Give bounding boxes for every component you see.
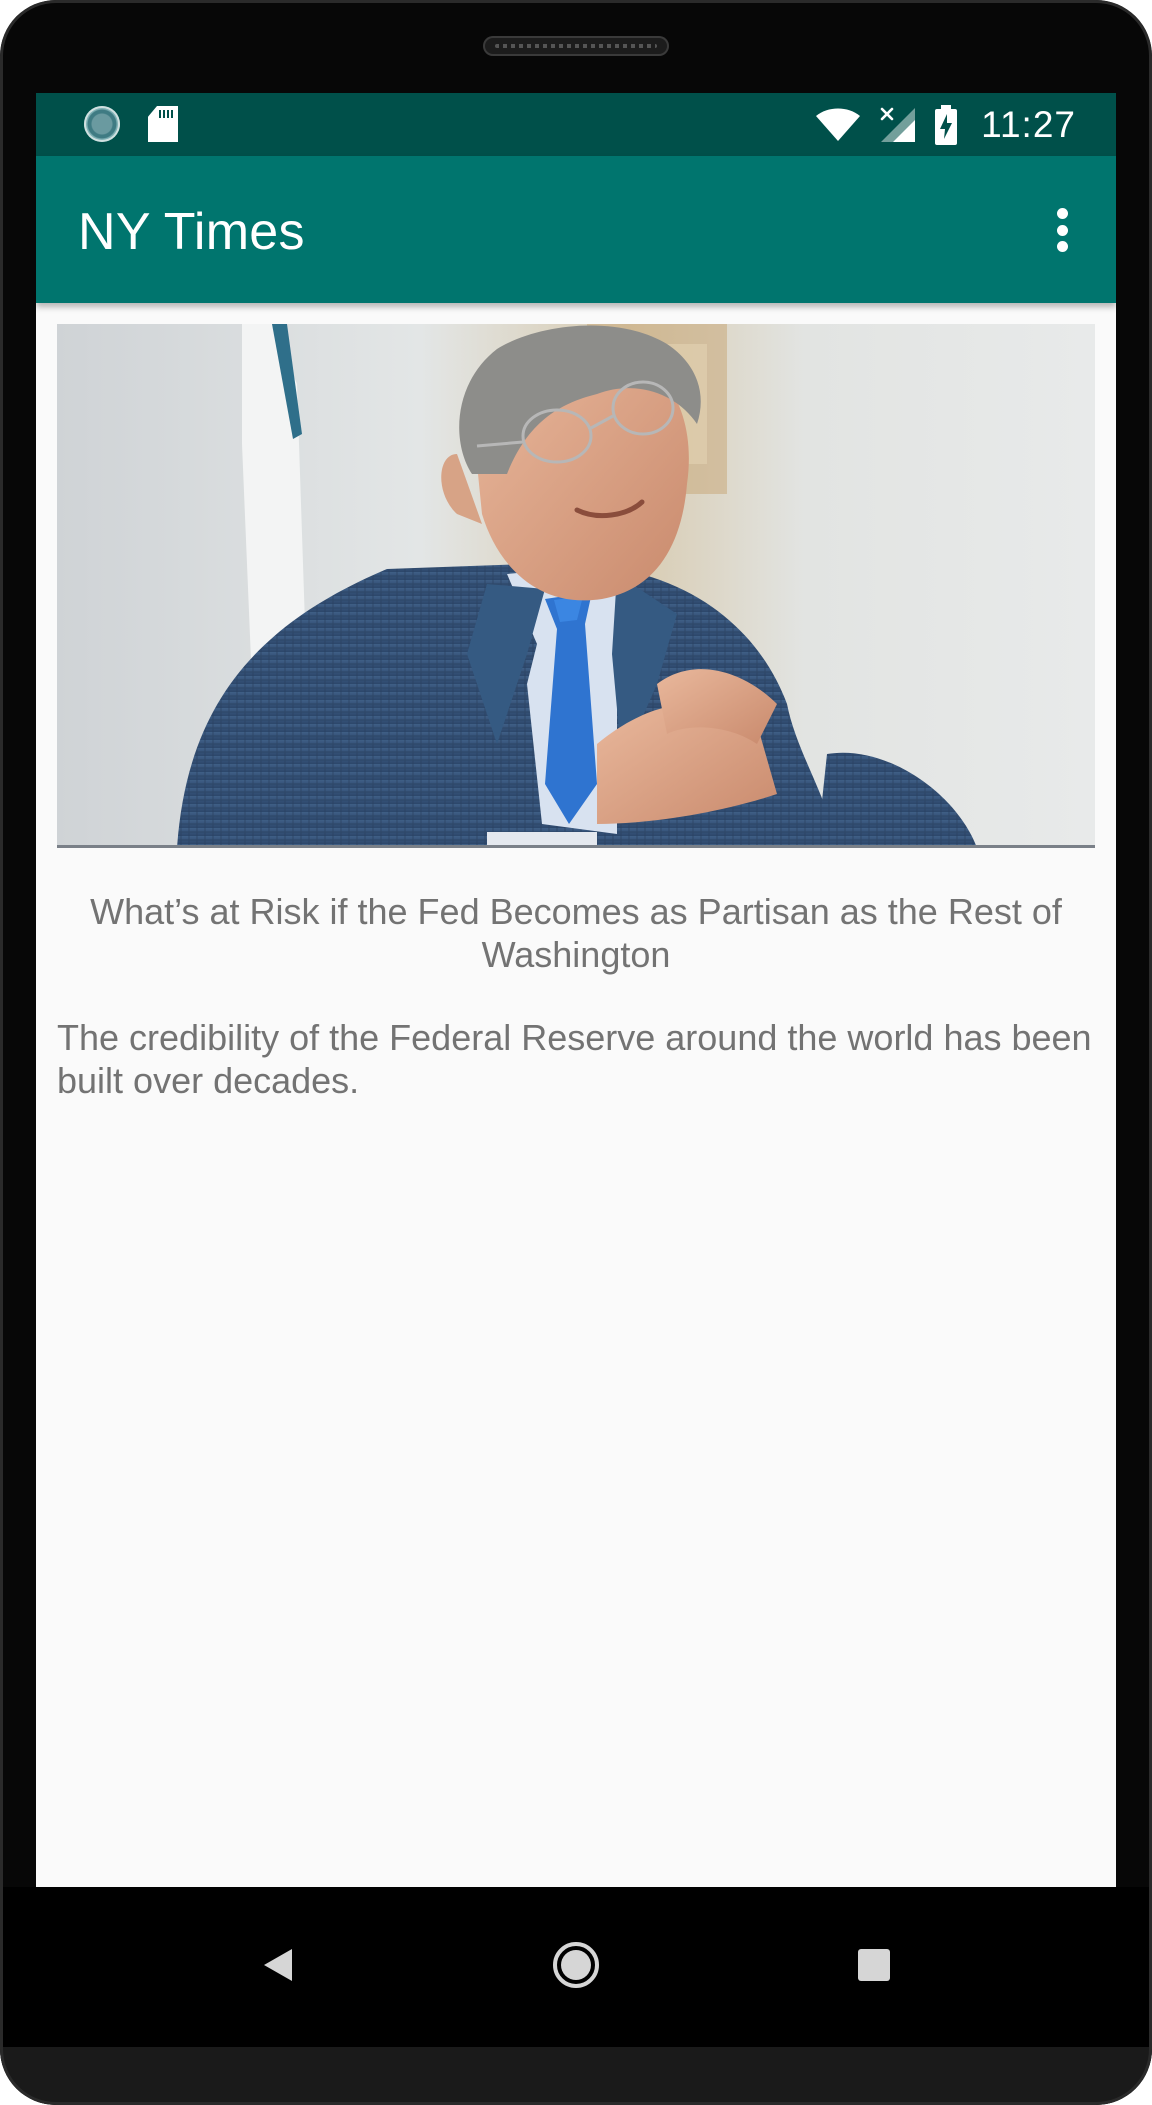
article-detail: What’s at Risk if the Fed Becomes as Par… bbox=[36, 303, 1116, 1887]
article-photo[interactable] bbox=[57, 324, 1095, 848]
sync-icon bbox=[84, 106, 120, 142]
device-frame: 11:27 NY Times What’s at Risk if the Fed… bbox=[0, 0, 1152, 2105]
earpiece-speaker bbox=[483, 36, 669, 56]
recents-icon[interactable] bbox=[829, 1925, 919, 2005]
status-bar: 11:27 bbox=[36, 93, 1116, 156]
status-clock: 11:27 bbox=[981, 104, 1076, 145]
wifi-icon bbox=[816, 108, 861, 141]
system-nav-bar bbox=[0, 1887, 1152, 2047]
battery-charging-icon bbox=[935, 105, 958, 145]
bottom-bezel bbox=[0, 2047, 1152, 2105]
more-options-icon[interactable] bbox=[1044, 202, 1080, 258]
app-toolbar: NY Times bbox=[36, 156, 1116, 303]
home-icon[interactable] bbox=[531, 1925, 621, 2005]
article-abstract: The credibility of the Federal Reserve a… bbox=[57, 1017, 1092, 1101]
back-icon[interactable] bbox=[233, 1925, 323, 2005]
app-title: NY Times bbox=[78, 203, 305, 261]
cellular-no-signal-icon bbox=[880, 107, 916, 142]
screen: 11:27 NY Times What’s at Risk if the Fed… bbox=[36, 93, 1116, 1887]
article-headline[interactable]: What’s at Risk if the Fed Becomes as Par… bbox=[57, 890, 1095, 976]
sd-card-icon bbox=[148, 106, 178, 142]
